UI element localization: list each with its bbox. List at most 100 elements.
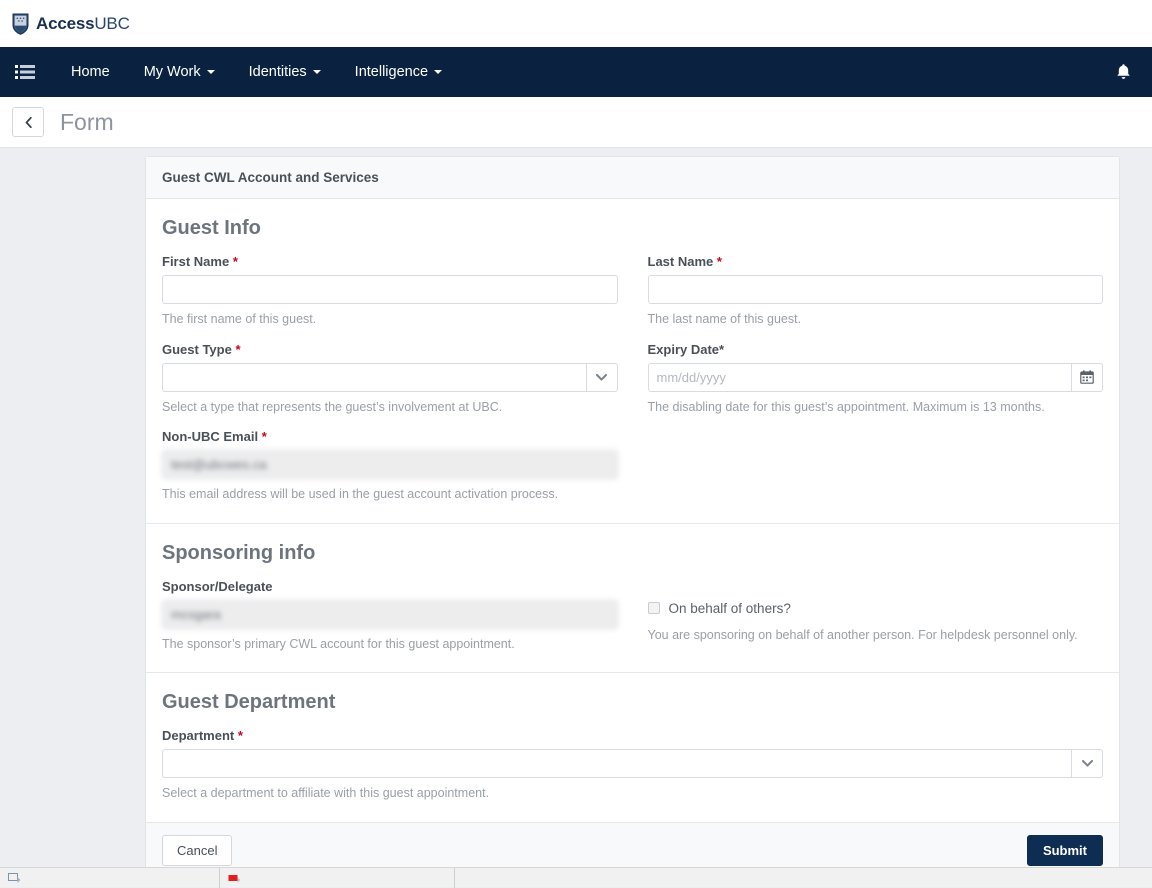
bell-icon[interactable] — [1108, 57, 1138, 87]
sponsor-delegate-label: Sponsor/Delegate — [162, 579, 618, 594]
guest-type-label: Guest Type * — [162, 342, 618, 357]
first-name-help: The first name of this guest. — [162, 311, 618, 328]
expiry-date-help: The disabling date for this guest’s appo… — [648, 399, 1104, 416]
field-expiry-date: Expiry Date* — [648, 342, 1104, 416]
page-body: Guest CWL Account and Services Guest Inf… — [0, 148, 1152, 879]
browser-icon — [228, 873, 241, 884]
form-column-right: Expiry Date* — [648, 342, 1104, 430]
section-sponsoring-info: Sponsoring info Sponsor/Delegate The spo… — [146, 524, 1119, 674]
form-column-left: Sponsor/Delegate The sponsor’s primary C… — [162, 579, 618, 653]
form-row: Non-UBC Email * This email address will … — [162, 429, 1103, 503]
nav-item-my-work[interactable]: My Work — [127, 47, 232, 97]
expiry-date-label: Expiry Date* — [648, 342, 1104, 357]
non-ubc-email-help: This email address will be used in the g… — [162, 486, 618, 503]
nav-item-home[interactable]: Home — [54, 47, 127, 97]
taskbar-item-window[interactable] — [0, 868, 220, 888]
section-heading: Guest Department — [162, 691, 1103, 714]
form-column-left: Guest Type * Select a type that repre — [162, 342, 618, 430]
section-guest-department: Guest Department Department * Select a d… — [146, 673, 1119, 823]
nav-item-intelligence[interactable]: Intelligence — [338, 47, 459, 97]
brand-title-light: UBC — [94, 14, 129, 33]
sponsor-delegate-input — [162, 600, 618, 629]
field-last-name: Last Name * The last name of this guest. — [648, 254, 1104, 328]
ubc-crest-icon — [12, 13, 29, 35]
field-non-ubc-email: Non-UBC Email * This email address will … — [162, 429, 618, 503]
submit-button[interactable]: Submit — [1027, 835, 1103, 866]
department-input[interactable] — [162, 749, 1072, 778]
guest-type-help: Select a type that represents the guest’… — [162, 399, 618, 416]
label-text: Department — [162, 728, 234, 743]
on-behalf-help: You are sponsoring on behalf of another … — [648, 627, 1096, 644]
list-menu-icon[interactable] — [8, 55, 42, 89]
chevron-down-icon — [434, 70, 442, 74]
last-name-label: Last Name * — [648, 254, 1104, 269]
window-icon — [8, 873, 21, 884]
expiry-date-wrap — [648, 363, 1104, 392]
chevron-down-icon[interactable] — [1072, 749, 1103, 778]
on-behalf-checkbox[interactable] — [648, 602, 660, 614]
label-text: Non-UBC Email — [162, 429, 258, 444]
required-asterisk: * — [235, 342, 240, 357]
page-title: Form — [60, 109, 114, 136]
last-name-help: The last name of this guest. — [648, 311, 1104, 328]
chevron-down-icon — [207, 70, 215, 74]
first-name-input[interactable] — [162, 275, 618, 304]
nav-item-identities[interactable]: Identities — [232, 47, 338, 97]
field-first-name: First Name * The first name of this gues… — [162, 254, 618, 328]
form-row: First Name * The first name of this gues… — [162, 254, 1103, 342]
calendar-icon[interactable] — [1072, 363, 1103, 392]
nav-item-label: Home — [71, 47, 110, 97]
non-ubc-email-input — [162, 450, 618, 479]
nav-item-label: Identities — [249, 47, 307, 97]
field-on-behalf: On behalf of others? You are sponsoring … — [648, 579, 1104, 644]
non-ubc-email-label: Non-UBC Email * — [162, 429, 618, 444]
required-asterisk: * — [238, 728, 243, 743]
field-sponsor-delegate: Sponsor/Delegate The sponsor’s primary C… — [162, 579, 618, 653]
chevron-down-icon[interactable] — [587, 363, 618, 392]
form-column-left: First Name * The first name of this gues… — [162, 254, 618, 342]
section-guest-info: Guest Info First Name * The first name o… — [146, 199, 1119, 524]
sponsor-delegate-help: The sponsor’s primary CWL account for th… — [162, 636, 618, 653]
cancel-button[interactable]: Cancel — [162, 835, 232, 866]
on-behalf-checkbox-row[interactable]: On behalf of others? — [648, 601, 1104, 616]
first-name-label: First Name * — [162, 254, 618, 269]
form-column-right — [648, 429, 1104, 503]
department-select-wrap — [162, 749, 1103, 778]
form-card: Guest CWL Account and Services Guest Inf… — [145, 156, 1120, 879]
chevron-down-icon — [313, 70, 321, 74]
form-column-left: Non-UBC Email * This email address will … — [162, 429, 618, 503]
label-text: First Name — [162, 254, 229, 269]
form-card-title: Guest CWL Account and Services — [146, 157, 1119, 199]
back-button[interactable] — [12, 107, 44, 137]
required-asterisk: * — [717, 254, 722, 269]
page-header: Form — [0, 97, 1152, 148]
required-asterisk: * — [262, 429, 267, 444]
last-name-input[interactable] — [648, 275, 1104, 304]
section-heading: Sponsoring info — [162, 542, 1103, 565]
department-label: Department * — [162, 728, 1103, 743]
form-column-right: Last Name * The last name of this guest. — [648, 254, 1104, 342]
section-heading: Guest Info — [162, 217, 1103, 240]
field-department: Department * Select a department to affi… — [162, 728, 1103, 802]
nav-item-label: My Work — [144, 47, 201, 97]
form-row: Guest Type * Select a type that repre — [162, 342, 1103, 430]
taskbar-item-browser[interactable] — [220, 868, 455, 888]
field-guest-type: Guest Type * Select a type that repre — [162, 342, 618, 416]
os-taskbar — [0, 867, 1152, 887]
required-asterisk: * — [233, 254, 238, 269]
main-navigation: Home My Work Identities Intelligence — [0, 47, 1152, 97]
brand-bar: AccessUBC — [0, 0, 1152, 47]
brand-title-bold: Access — [36, 14, 94, 33]
on-behalf-label[interactable]: On behalf of others? — [669, 601, 791, 616]
form-row: Sponsor/Delegate The sponsor’s primary C… — [162, 579, 1103, 653]
guest-type-input[interactable] — [162, 363, 587, 392]
department-help: Select a department to affiliate with th… — [162, 785, 1103, 802]
expiry-date-input[interactable] — [648, 363, 1073, 392]
label-text: Guest Type — [162, 342, 232, 357]
form-column-right: On behalf of others? You are sponsoring … — [648, 579, 1104, 653]
brand-title: AccessUBC — [36, 14, 130, 34]
guest-type-select-wrap — [162, 363, 618, 392]
chevron-left-icon — [25, 117, 32, 128]
label-text: Last Name — [648, 254, 714, 269]
nav-item-label: Intelligence — [355, 47, 428, 97]
